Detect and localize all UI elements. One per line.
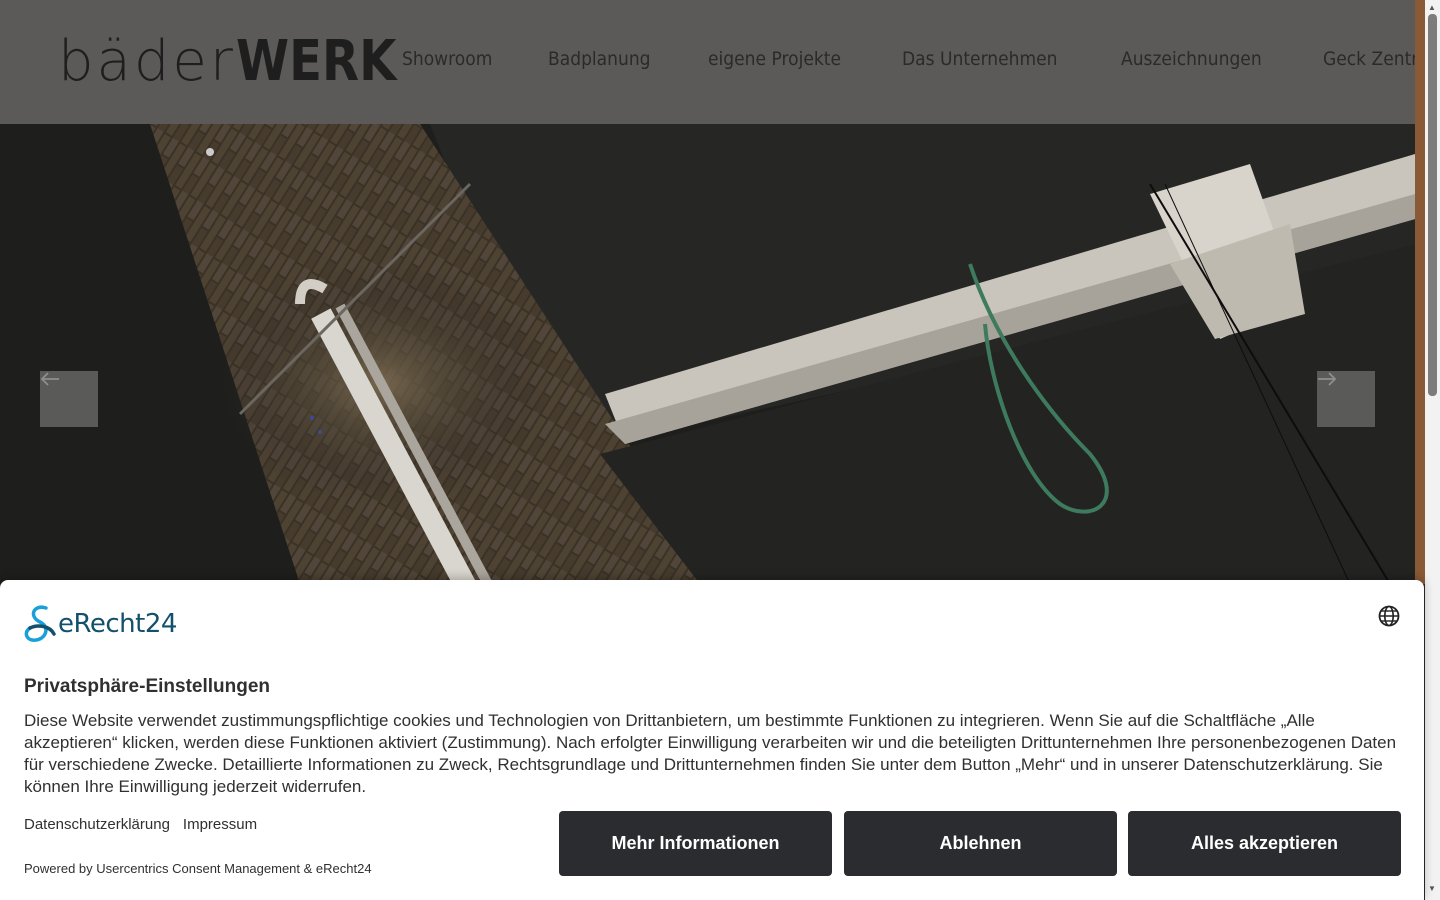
accent-stripe (1415, 0, 1425, 584)
nav-showroom[interactable]: Showroom (402, 48, 492, 70)
scroll-up-icon[interactable]: ▲ (1428, 3, 1436, 12)
nav-badplanung[interactable]: Badplanung (548, 48, 651, 70)
powered-by-text: Powered by Usercentrics Consent Manageme… (24, 861, 372, 876)
nav-eigene-projekte[interactable]: eigene Projekte (708, 48, 841, 70)
erecht24-logo: eRecht24 (24, 604, 177, 644)
consent-links: Datenschutzerklärung Impressum (24, 816, 257, 833)
more-information-button[interactable]: Mehr Informationen (559, 811, 832, 876)
deny-button[interactable]: Ablehnen (844, 811, 1117, 876)
slider-next-button[interactable] (1317, 371, 1375, 427)
consent-description: Diese Website verwendet zustimmungspflic… (24, 711, 1397, 796)
slider-prev-button[interactable] (40, 371, 98, 427)
erecht24-mark-icon (24, 605, 56, 642)
page-scrollbar[interactable]: ▲ ▼ (1425, 0, 1440, 900)
hero-slider (0, 124, 1415, 584)
hero-image (0, 124, 1415, 584)
scroll-down-icon[interactable]: ▼ (1428, 884, 1436, 893)
site-logo[interactable]: bäderWERK (58, 32, 422, 92)
arrow-left-icon (40, 372, 59, 386)
language-globe-icon[interactable] (1377, 604, 1401, 628)
main-nav: Showroom Badplanung eigene Projekte Das … (402, 48, 1440, 70)
imprint-link[interactable]: Impressum (183, 816, 257, 833)
consent-title: Privatsphäre-Einstellungen (24, 676, 271, 697)
consent-banner: eRecht24 Privatsphäre-Einstellungen Dies… (0, 580, 1424, 900)
scroll-thumb[interactable] (1428, 14, 1437, 396)
privacy-policy-link[interactable]: Datenschutzerklärung (24, 816, 170, 833)
nav-auszeichnungen[interactable]: Auszeichnungen (1121, 48, 1262, 70)
arrow-right-icon (1318, 372, 1337, 386)
brand-name: eRecht24 (58, 609, 177, 639)
logo-bold-text: WERK (235, 29, 397, 94)
site-header: bäderWERK Showroom Badplanung eigene Pro… (0, 0, 1440, 124)
accept-all-button[interactable]: Alles akzeptieren (1128, 811, 1401, 876)
nav-das-unternehmen[interactable]: Das Unternehmen (902, 48, 1058, 70)
logo-light-text: bäder (58, 29, 236, 94)
